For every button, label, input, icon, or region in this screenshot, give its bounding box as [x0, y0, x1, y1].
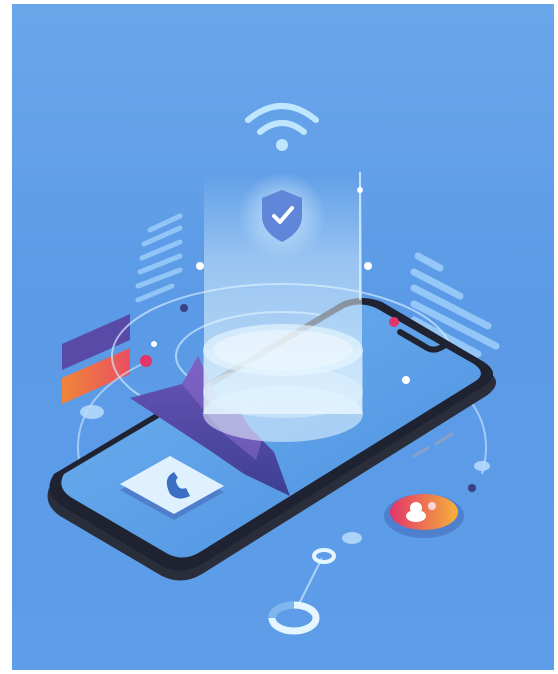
mobile-security-illustration: [12, 4, 554, 670]
left-cards: [62, 314, 130, 404]
scene-svg: [47, 103, 500, 635]
shield-check-icon: [238, 172, 326, 260]
left-text-lines: [135, 213, 183, 303]
wifi-icon: [245, 103, 319, 151]
users-icon: [384, 494, 464, 538]
illustration-frame: [0, 0, 558, 674]
donut-chart-icon: [268, 548, 336, 635]
